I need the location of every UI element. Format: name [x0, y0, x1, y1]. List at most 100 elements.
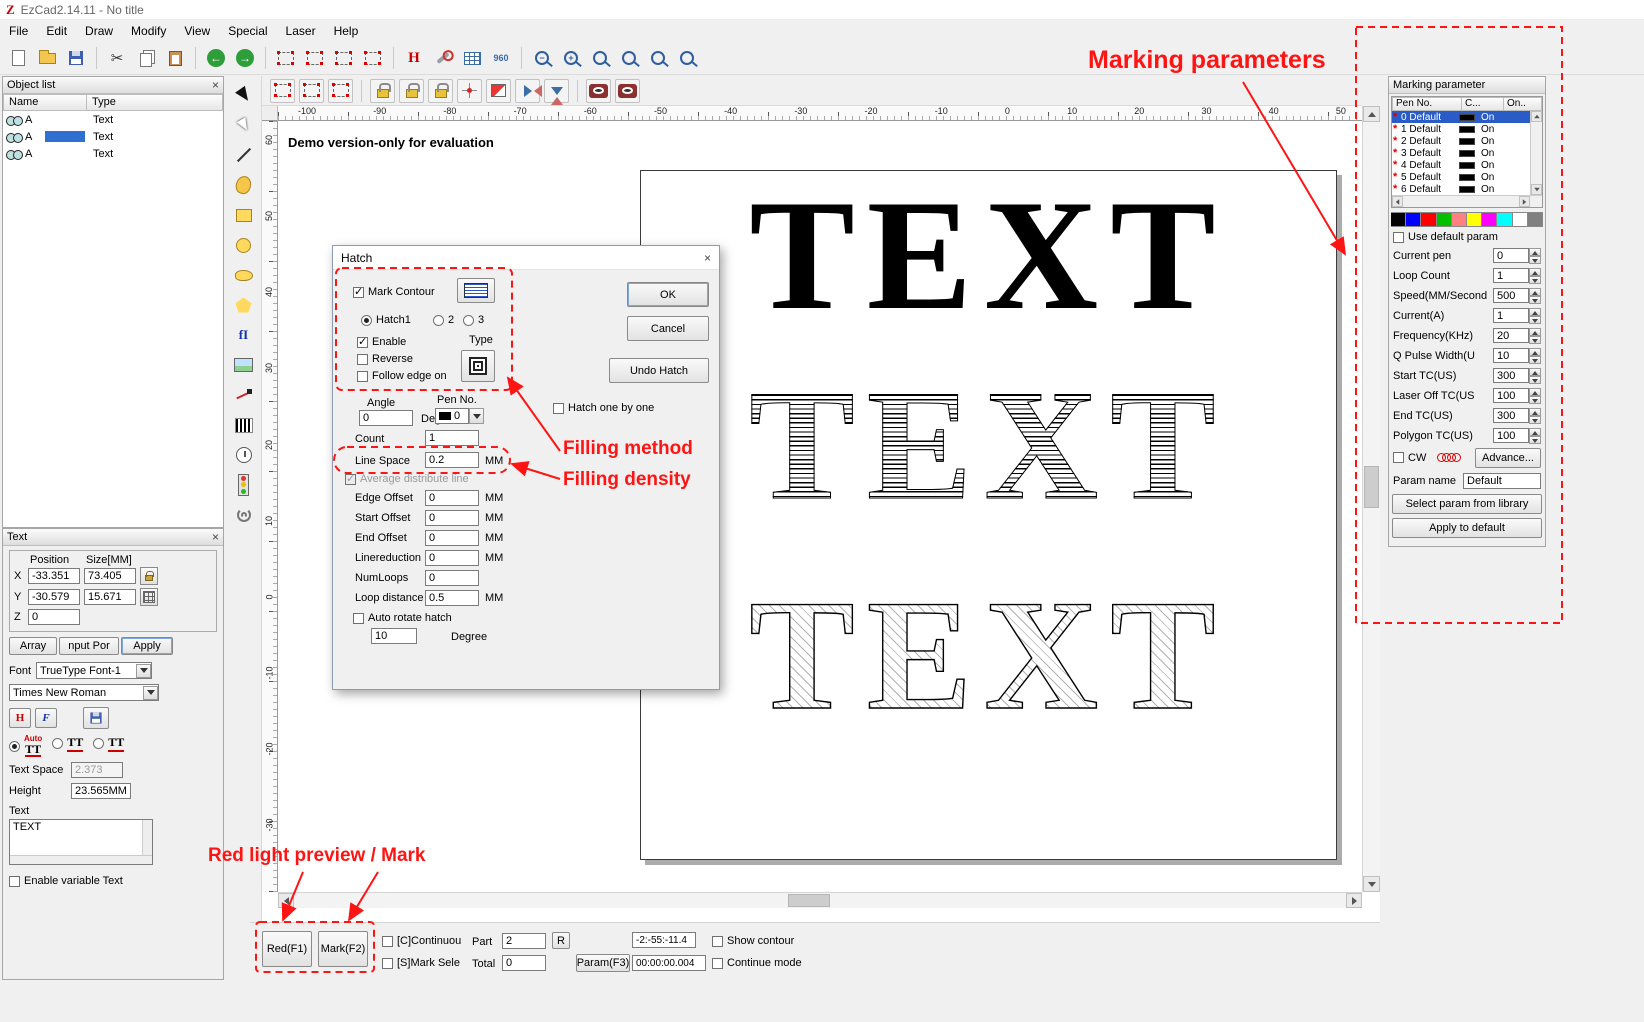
text-object-hatched[interactable]: TEXT — [641, 367, 1336, 525]
mark-contour-checkbox[interactable]: Mark Contour — [353, 286, 435, 298]
pen-row[interactable]: * 4 Default On — [1392, 159, 1542, 171]
pen-no-dropdown[interactable]: 0 — [435, 408, 484, 424]
visibility-eye-icon[interactable] — [6, 133, 21, 141]
fill-button[interactable] — [486, 79, 511, 103]
param-stepper[interactable] — [1529, 248, 1541, 264]
lock-x-button[interactable] — [370, 79, 395, 103]
canvas-hscrollbar[interactable] — [278, 892, 1362, 908]
palette-color[interactable] — [1482, 212, 1497, 227]
visibility-eye-icon[interactable] — [6, 116, 21, 124]
param-value-field[interactable]: 10 — [1493, 348, 1529, 363]
param-stepper[interactable] — [1529, 328, 1541, 344]
node-count-button[interactable]: 960 — [488, 45, 514, 71]
rotate-degree-field[interactable]: 10 — [371, 628, 417, 644]
select-param-library-button[interactable]: Select param from library — [1392, 494, 1542, 514]
follow-edge-checkbox[interactable]: Follow edge on — [357, 370, 447, 382]
pen-row[interactable]: * 0 Default On — [1392, 111, 1542, 123]
hatch3-radio[interactable]: 3 — [463, 314, 484, 326]
hatch1-radio[interactable]: Hatch1 — [361, 314, 411, 326]
font-style-button[interactable]: F — [35, 708, 57, 728]
put-to-origin-button[interactable] — [457, 79, 482, 103]
vector-file-tool-button[interactable] — [230, 382, 257, 408]
delay-tool-button[interactable] — [230, 442, 257, 468]
cw-checkbox[interactable]: CW — [1393, 452, 1426, 464]
param-name-field[interactable]: Default — [1463, 473, 1541, 489]
field-value[interactable]: 0.5 — [425, 590, 479, 606]
param-stepper[interactable] — [1529, 408, 1541, 424]
text-object-solid[interactable]: TEXT — [641, 177, 1336, 335]
menu-item[interactable]: View — [175, 21, 219, 41]
align-right-radio[interactable]: TT — [93, 735, 124, 752]
curve-tool-button[interactable] — [230, 172, 257, 198]
apply-button[interactable]: Apply — [121, 637, 173, 655]
lock-z-button[interactable] — [428, 79, 453, 103]
scroll-down-button[interactable] — [1531, 184, 1542, 195]
anchor-grid-button[interactable] — [140, 588, 158, 606]
hatch-type-button[interactable] — [461, 350, 495, 382]
param-value-field[interactable]: 300 — [1493, 368, 1529, 383]
param-stepper[interactable] — [1529, 308, 1541, 324]
tab-array[interactable]: Array — [9, 637, 57, 655]
ok-button[interactable]: OK — [627, 282, 709, 307]
menu-item[interactable]: Special — [219, 21, 276, 41]
angle-field[interactable]: 0 — [359, 410, 413, 426]
ellipse-tool-button[interactable] — [230, 262, 257, 288]
line-space-field[interactable]: 0.2 — [425, 452, 479, 468]
count-field[interactable]: 1 — [425, 430, 479, 446]
object-row[interactable]: A Text — [3, 145, 223, 162]
zoom-object-button[interactable] — [616, 45, 642, 71]
scroll-right-button[interactable] — [1346, 893, 1362, 908]
x-size-field[interactable]: 73.405 — [84, 568, 136, 584]
field-value[interactable]: 0 — [425, 570, 479, 586]
circle-tool-button[interactable] — [230, 232, 257, 258]
show-contour-checkbox[interactable]: Show contour — [712, 935, 794, 947]
paste-button[interactable] — [162, 45, 188, 71]
menu-item[interactable]: Edit — [37, 21, 76, 41]
text-space-field[interactable]: 2.373 — [71, 762, 123, 778]
menu-item[interactable]: Help — [325, 21, 368, 41]
field-value[interactable]: 0 — [425, 530, 479, 546]
marquee-node-button[interactable] — [328, 79, 353, 103]
contour-style-button[interactable] — [457, 278, 495, 303]
text-tool-button[interactable]: fI — [230, 322, 257, 348]
param-value-field[interactable]: 1 — [1493, 308, 1529, 323]
param-stepper[interactable] — [1529, 268, 1541, 284]
param-value-field[interactable]: 100 — [1493, 388, 1529, 403]
copy-button[interactable] — [133, 45, 159, 71]
hatch-text-button[interactable]: H — [9, 708, 31, 728]
chevron-down-icon[interactable] — [136, 664, 151, 678]
column-header-type[interactable]: Type — [87, 94, 223, 111]
palette-color[interactable] — [1513, 212, 1528, 227]
scroll-left-button[interactable] — [278, 893, 294, 908]
tab-input-port[interactable]: nput Por — [59, 637, 119, 655]
snap-object-button[interactable] — [331, 45, 357, 71]
vscroll-thumb[interactable] — [1364, 466, 1379, 508]
y-size-field[interactable]: 15.671 — [84, 589, 136, 605]
average-distribute-checkbox[interactable]: Average distribute line — [345, 473, 469, 485]
cancel-button[interactable]: Cancel — [627, 316, 709, 341]
image-tool-button[interactable] — [230, 352, 257, 378]
chevron-down-icon[interactable] — [469, 408, 484, 424]
mark-button[interactable]: Mark(F2) — [318, 931, 368, 967]
param-value-field[interactable]: 300 — [1493, 408, 1529, 423]
lock-y-button[interactable] — [399, 79, 424, 103]
palette-color[interactable] — [1452, 212, 1467, 227]
barcode-tool-button[interactable] — [230, 412, 257, 438]
palette-color[interactable] — [1391, 212, 1406, 227]
hscroll-thumb[interactable] — [788, 894, 830, 907]
lock-ratio-button[interactable] — [140, 567, 158, 585]
align-left-radio[interactable]: TT — [52, 735, 83, 752]
scroll-left-button[interactable] — [1392, 196, 1403, 207]
field-value[interactable]: 0 — [425, 510, 479, 526]
param-value-field[interactable]: 100 — [1493, 428, 1529, 443]
table-button[interactable] — [459, 45, 485, 71]
param-stepper[interactable] — [1529, 288, 1541, 304]
pen-list-hscrollbar[interactable] — [1392, 195, 1542, 207]
visibility-eye-icon[interactable] — [6, 150, 21, 158]
hatch2-radio[interactable]: 2 — [433, 314, 454, 326]
redo-button[interactable]: → — [232, 45, 258, 71]
node-edit-tool-button[interactable] — [230, 112, 257, 138]
hatch-one-by-one-checkbox[interactable]: Hatch one by one — [553, 402, 654, 414]
pen-row[interactable]: * 6 Default On — [1392, 183, 1542, 195]
chevron-down-icon[interactable] — [143, 686, 158, 700]
